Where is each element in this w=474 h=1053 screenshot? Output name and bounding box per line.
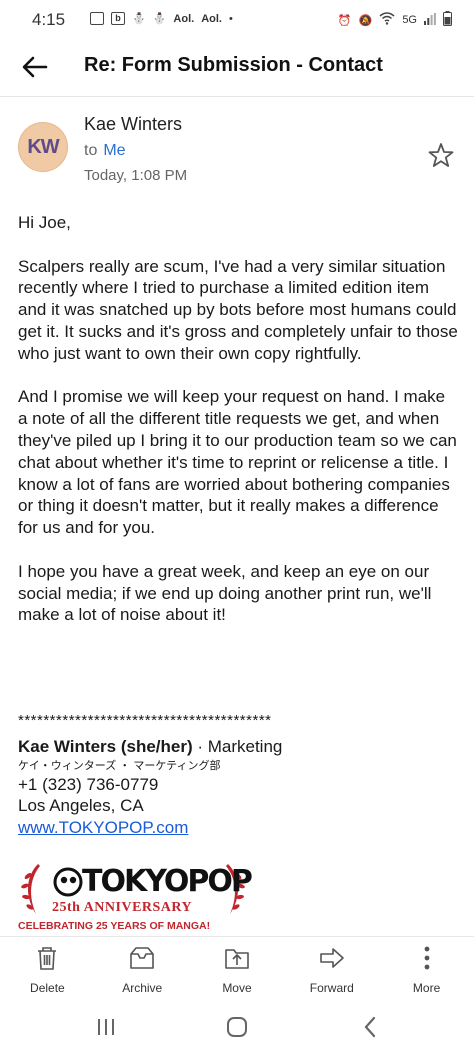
signature-name-line: Kae Winters (she/her) · Marketing <box>18 736 458 758</box>
message-date: Today, 1:08 PM <box>84 167 188 184</box>
home-icon[interactable] <box>224 1014 250 1040</box>
delete-label: Delete <box>30 981 65 995</box>
more-vertical-icon <box>424 946 429 970</box>
message-body: Hi Joe, Scalpers really are scum, I've h… <box>18 212 458 648</box>
forward-label: Forward <box>309 981 354 995</box>
move-button[interactable]: Move <box>190 937 285 1001</box>
signature-city: Los Angeles, CA <box>18 796 144 815</box>
notification-person-icon: ⛄ <box>132 13 146 25</box>
silent-icon: 🔕 <box>358 14 373 27</box>
email-subject: Re: Form Submission - Contact <box>84 54 383 76</box>
tokyopop-logo[interactable]: TOKYOPOP 25th ANNIVERSARY CELEBRATING 25… <box>18 852 253 934</box>
delete-button[interactable]: Delete <box>0 937 95 1001</box>
logo-tagline: CELEBRATING 25 YEARS OF MANGA! <box>18 920 211 932</box>
notification-person-icon-2: ⛄ <box>152 13 167 25</box>
forward-button[interactable]: Forward <box>284 937 379 1001</box>
aol-label-2: Aol. <box>201 12 222 25</box>
signature: ****************************************… <box>18 712 458 839</box>
sender-name[interactable]: Kae Winters <box>84 114 182 135</box>
logo-anniversary: 25th ANNIVERSARY <box>52 900 193 915</box>
archive-button[interactable]: Archive <box>95 937 190 1001</box>
signal-icon <box>424 12 436 28</box>
wifi-icon <box>379 12 395 28</box>
signature-role: · Marketing <box>192 737 283 756</box>
gallery-icon <box>90 12 104 25</box>
recipient-line[interactable]: to Me <box>84 142 126 160</box>
signature-phone[interactable]: +1 (323) 736-0779 <box>18 774 458 795</box>
action-toolbar: Delete Archive Move Forward More <box>0 936 474 1001</box>
move-label: Move <box>222 981 252 995</box>
move-folder-icon <box>225 949 249 969</box>
body-paragraph: And I promise we will keep your request … <box>18 387 457 538</box>
app-bar: Re: Form Submission - Contact <box>0 38 474 97</box>
avatar[interactable]: KW <box>18 122 68 172</box>
alarm-icon: ⏰ <box>337 14 352 27</box>
system-nav-bar <box>0 1000 474 1053</box>
network-label: 5G <box>402 14 417 26</box>
more-button[interactable]: More <box>379 937 474 1001</box>
dot-icon: • <box>228 12 233 25</box>
notification-icons: b ⛄ ⛄ Aol. Aol. • <box>90 12 233 25</box>
aol-label-1: Aol. <box>173 12 195 25</box>
logo-wordmark: TOKYOPOP <box>82 864 253 899</box>
body-paragraph: I hope you have a great week, and keep a… <box>18 561 432 625</box>
recipient-name[interactable]: Me <box>103 142 125 159</box>
trash-icon <box>38 947 57 970</box>
archive-label: Archive <box>122 981 163 995</box>
signature-website-link[interactable]: www.TOKYOPOP.com <box>18 816 458 839</box>
archive-icon <box>130 947 154 969</box>
back-nav-icon[interactable] <box>358 1014 384 1040</box>
forward-arrow-icon <box>319 948 344 968</box>
back-arrow-icon[interactable] <box>20 52 50 82</box>
star-icon[interactable] <box>428 142 454 168</box>
status-time: 4:15 <box>32 10 66 29</box>
status-bar: 4:15 b ⛄ ⛄ Aol. Aol. • ⏰ 🔕 5G <box>0 0 474 38</box>
more-label: More <box>412 981 441 995</box>
greeting: Hi Joe, <box>18 213 71 232</box>
body-paragraph: Scalpers really are scum, I've had a ver… <box>18 256 458 363</box>
to-prefix: to <box>84 142 98 159</box>
signature-divider: **************************************** <box>18 712 272 729</box>
system-icons: ⏰ 🔕 5G <box>338 11 452 29</box>
battery-icon <box>443 11 452 29</box>
signature-name: Kae Winters (she/her) <box>18 737 193 756</box>
b-app-icon: b <box>111 12 125 25</box>
recent-apps-icon[interactable] <box>93 1014 119 1040</box>
signature-japanese: ケイ・ウィンターズ ・ マーケティング部 <box>18 760 221 772</box>
